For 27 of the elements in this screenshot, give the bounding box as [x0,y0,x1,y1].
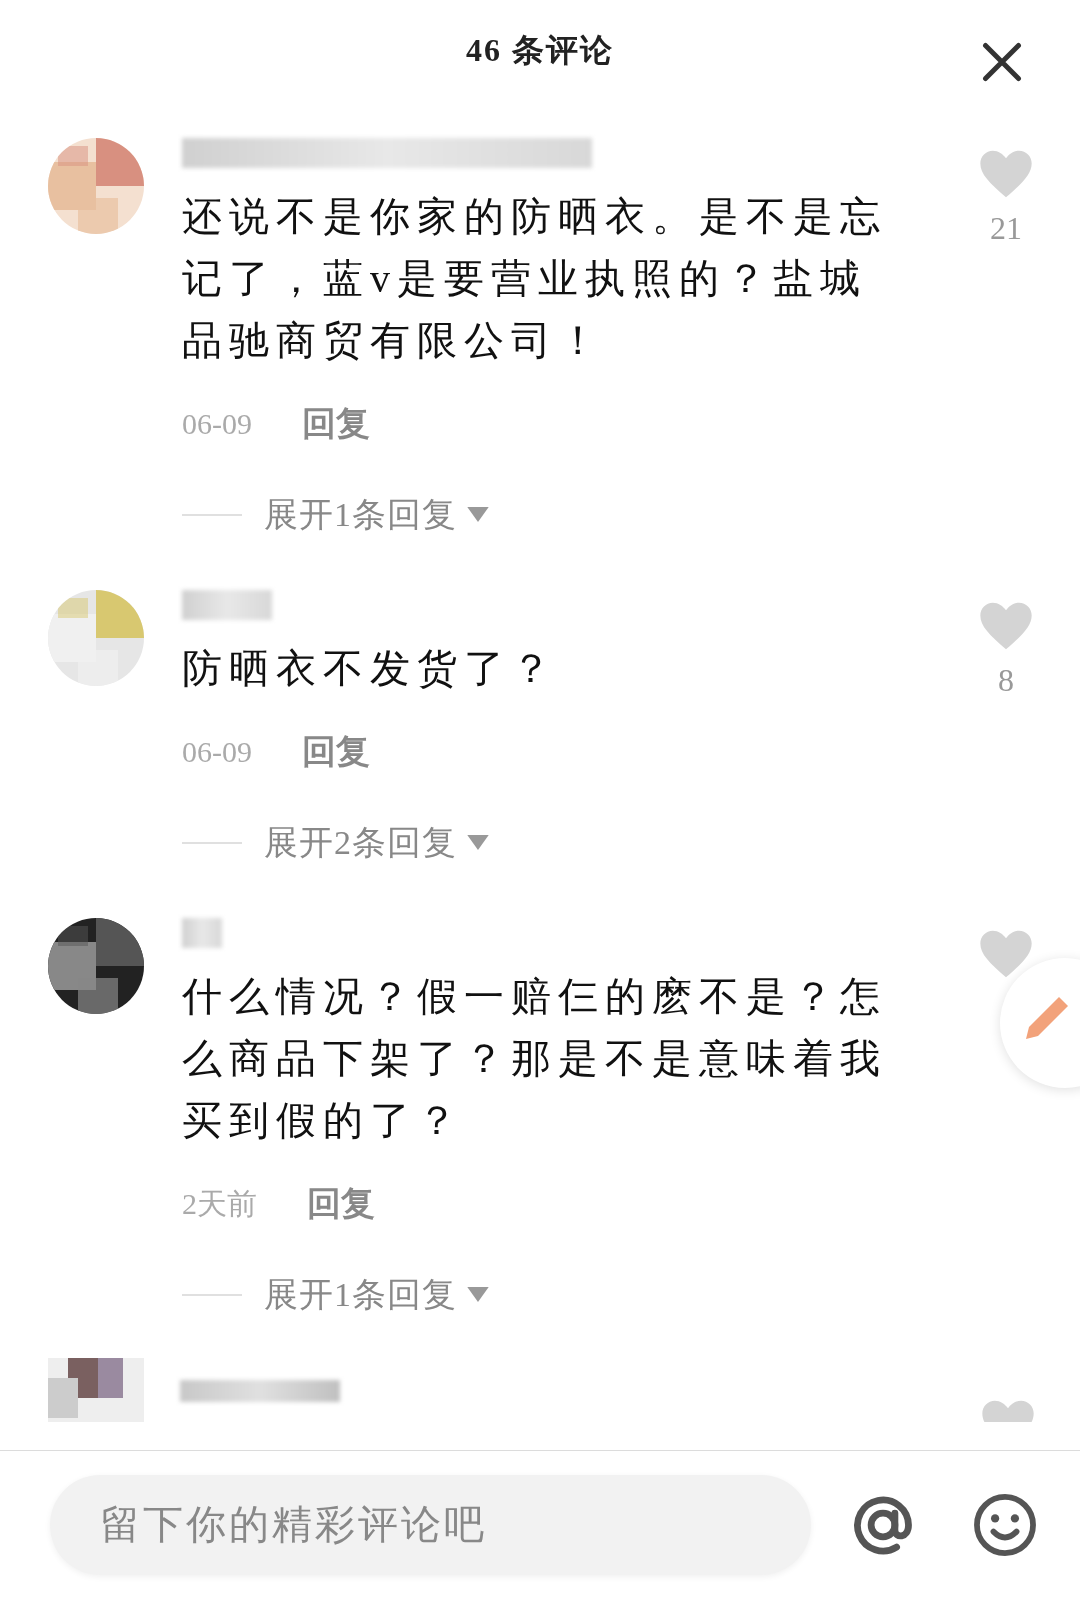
expand-replies-button[interactable]: 展开2条回复 [264,817,489,868]
heart-icon [978,600,1034,652]
expand-replies-button[interactable]: 展开1条回复 [264,1269,489,1320]
close-icon [980,40,1024,84]
heart-icon [978,928,1034,980]
blurred-username [182,918,222,948]
smiley-icon [972,1492,1039,1558]
reply-button[interactable]: 回复 [302,398,370,449]
caret-icon [467,507,489,522]
comment-input-text[interactable]: 留下你的精彩评论吧 [100,1495,811,1555]
comment-input[interactable]: 留下你的精彩评论吧 [50,1475,811,1575]
comment-text: 防晒衣不发货了？ [182,645,559,693]
panel-title: 46 条评论 [466,31,614,70]
caret-icon [467,1287,489,1302]
like-count: 21 [990,209,1022,248]
comment-time: 06-09 [182,734,252,770]
close-button[interactable] [980,40,1024,84]
heart-icon [978,148,1034,200]
reply-button[interactable]: 回复 [307,1178,375,1229]
comment-text: 什么情况？假一赔仨的麽不是？怎么商品下架了？那是不是意味着我买到假的了？ [182,973,888,1145]
comment-time: 2天前 [182,1186,257,1222]
expand-replies-button[interactable]: 展开1条回复 [264,489,489,540]
comment-time: 06-09 [182,406,252,442]
caret-icon [467,835,489,850]
like-count: 8 [998,661,1014,700]
reply-button[interactable]: 回复 [302,726,370,777]
comment-text: 还说不是你家的防晒衣。是不是忘记了，蓝v是要营业执照的？盐城品驰商贸有限公司！ [182,193,888,365]
